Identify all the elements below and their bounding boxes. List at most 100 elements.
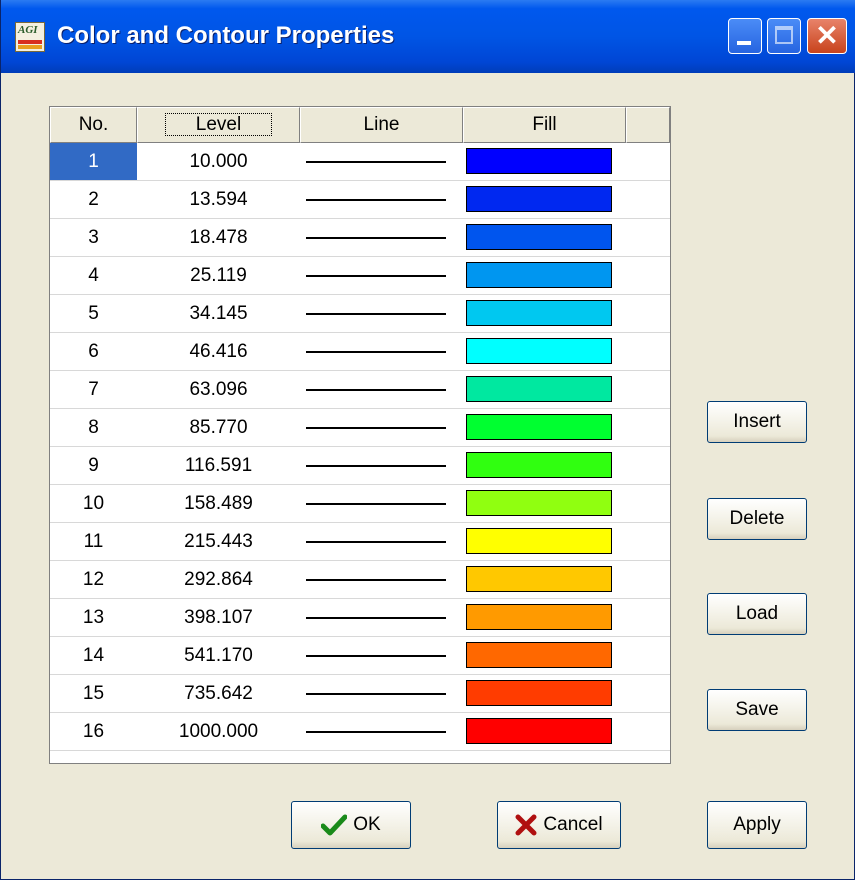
table-row[interactable]: 4 25.119	[50, 257, 670, 295]
row-number-cell[interactable]: 4	[50, 257, 137, 294]
row-number-cell[interactable]: 9	[50, 447, 137, 484]
level-cell[interactable]: 116.591	[137, 447, 300, 484]
level-cell[interactable]: 215.443	[137, 523, 300, 560]
line-style-swatch[interactable]	[306, 693, 446, 695]
delete-button[interactable]: Delete	[707, 498, 807, 540]
table-row[interactable]: 9 116.591	[50, 447, 670, 485]
line-style-swatch[interactable]	[306, 617, 446, 619]
column-header-fill[interactable]: Fill	[463, 107, 626, 143]
level-cell[interactable]: 398.107	[137, 599, 300, 636]
line-style-swatch[interactable]	[306, 465, 446, 467]
fill-color-swatch[interactable]	[466, 452, 612, 478]
fill-color-swatch[interactable]	[466, 566, 612, 592]
row-number-cell[interactable]: 5	[50, 295, 137, 332]
fill-color-swatch[interactable]	[466, 262, 612, 288]
line-style-swatch[interactable]	[306, 731, 446, 733]
table-row[interactable]: 12 292.864	[50, 561, 670, 599]
fill-color-swatch[interactable]	[466, 300, 612, 326]
fill-color-swatch[interactable]	[466, 680, 612, 706]
table-row[interactable]: 11 215.443	[50, 523, 670, 561]
row-number-cell[interactable]: 7	[50, 371, 137, 408]
table-row[interactable]: 1 10.000	[50, 143, 670, 181]
table-row[interactable]: 2 13.594	[50, 181, 670, 219]
row-number-cell[interactable]: 3	[50, 219, 137, 256]
row-number-cell[interactable]: 1	[50, 143, 137, 180]
level-cell[interactable]: 63.096	[137, 371, 300, 408]
level-cell[interactable]: 18.478	[137, 219, 300, 256]
row-number-cell[interactable]: 10	[50, 485, 137, 522]
fill-color-swatch[interactable]	[466, 338, 612, 364]
close-icon: ✕	[815, 20, 839, 51]
row-number-cell[interactable]: 11	[50, 523, 137, 560]
row-number-cell[interactable]: 13	[50, 599, 137, 636]
column-header-line[interactable]: Line	[300, 107, 463, 143]
level-cell[interactable]: 13.594	[137, 181, 300, 218]
row-number-cell[interactable]: 12	[50, 561, 137, 598]
table-row[interactable]: 10 158.489	[50, 485, 670, 523]
ok-button[interactable]: OK	[291, 801, 411, 849]
level-cell[interactable]: 34.145	[137, 295, 300, 332]
fill-color-swatch[interactable]	[466, 224, 612, 250]
apply-button[interactable]: Apply	[707, 801, 807, 849]
table-row[interactable]: 8 85.770	[50, 409, 670, 447]
line-style-swatch[interactable]	[306, 655, 446, 657]
app-icon-stripe-red	[18, 40, 42, 44]
fill-color-swatch[interactable]	[466, 186, 612, 212]
fill-color-swatch[interactable]	[466, 642, 612, 668]
table-row[interactable]: 15 735.642	[50, 675, 670, 713]
line-style-swatch[interactable]	[306, 161, 446, 163]
agi-app-icon[interactable]: AGI	[15, 22, 45, 52]
fill-color-swatch[interactable]	[466, 528, 612, 554]
level-cell[interactable]: 85.770	[137, 409, 300, 446]
row-number-cell[interactable]: 6	[50, 333, 137, 370]
cancel-label: Cancel	[543, 814, 603, 835]
level-cell[interactable]: 735.642	[137, 675, 300, 712]
table-row[interactable]: 13 398.107	[50, 599, 670, 637]
row-number-cell[interactable]: 15	[50, 675, 137, 712]
fill-color-swatch[interactable]	[466, 604, 612, 630]
line-style-swatch[interactable]	[306, 541, 446, 543]
line-style-swatch[interactable]	[306, 199, 446, 201]
level-cell[interactable]: 25.119	[137, 257, 300, 294]
fill-color-swatch[interactable]	[466, 718, 612, 744]
table-row[interactable]: 5 34.145	[50, 295, 670, 333]
column-header-no[interactable]: No.	[50, 107, 137, 143]
load-button[interactable]: Load	[707, 593, 807, 635]
save-button[interactable]: Save	[707, 689, 807, 731]
fill-color-swatch[interactable]	[466, 148, 612, 174]
line-style-swatch[interactable]	[306, 579, 446, 581]
row-number-cell[interactable]: 14	[50, 637, 137, 674]
level-cell[interactable]: 158.489	[137, 485, 300, 522]
level-cell[interactable]: 10.000	[137, 143, 300, 180]
table-row[interactable]: 7 63.096	[50, 371, 670, 409]
fill-color-swatch[interactable]	[466, 414, 612, 440]
table-row[interactable]: 14 541.170	[50, 637, 670, 675]
contour-levels-table[interactable]: No. Level Line Fill 1 10.000 2 13.594 3 18.47…	[49, 106, 671, 764]
table-row[interactable]: 3 18.478	[50, 219, 670, 257]
fill-color-swatch[interactable]	[466, 490, 612, 516]
line-style-swatch[interactable]	[306, 503, 446, 505]
column-header-level[interactable]: Level	[137, 107, 300, 143]
line-style-swatch[interactable]	[306, 313, 446, 315]
row-number-cell[interactable]: 16	[50, 713, 137, 750]
maximize-button[interactable]	[767, 18, 801, 54]
title-bar[interactable]: AGI Color and Contour Properties ✕	[1, 0, 855, 73]
line-style-swatch[interactable]	[306, 237, 446, 239]
line-style-swatch[interactable]	[306, 275, 446, 277]
level-cell[interactable]: 46.416	[137, 333, 300, 370]
table-row[interactable]: 16 1000.000	[50, 713, 670, 751]
table-row[interactable]: 6 46.416	[50, 333, 670, 371]
level-cell[interactable]: 1000.000	[137, 713, 300, 750]
cancel-button[interactable]: Cancel	[497, 801, 621, 849]
row-number-cell[interactable]: 8	[50, 409, 137, 446]
line-style-swatch[interactable]	[306, 427, 446, 429]
level-cell[interactable]: 541.170	[137, 637, 300, 674]
fill-color-swatch[interactable]	[466, 376, 612, 402]
line-style-swatch[interactable]	[306, 389, 446, 391]
row-number-cell[interactable]: 2	[50, 181, 137, 218]
insert-button[interactable]: Insert	[707, 401, 807, 443]
line-style-swatch[interactable]	[306, 351, 446, 353]
minimize-button[interactable]	[728, 18, 762, 54]
level-cell[interactable]: 292.864	[137, 561, 300, 598]
close-button[interactable]: ✕	[807, 18, 847, 54]
